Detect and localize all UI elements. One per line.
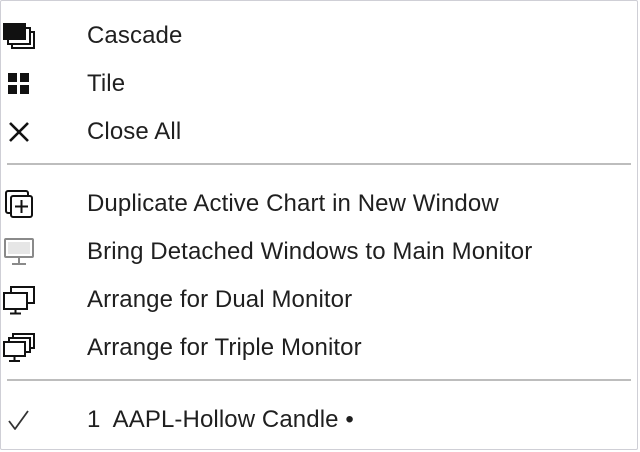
- tile-icon: [1, 60, 37, 108]
- menu-item-bring-detached[interactable]: Bring Detached Windows to Main Monitor: [1, 228, 637, 276]
- menu-item-window-aapl[interactable]: 1 AAPL-Hollow Candle •: [1, 396, 637, 444]
- duplicate-window-icon: [1, 180, 37, 228]
- menu-item-tile[interactable]: Tile: [1, 60, 637, 108]
- menu-item-label: 1 AAPL-Hollow Candle •: [87, 406, 354, 433]
- menu-item-label: Duplicate Active Chart in New Window: [87, 190, 499, 217]
- window-menu: Cascade Tile Close All Duplicate Active …: [0, 0, 638, 450]
- menu-item-label: Close All: [87, 118, 182, 145]
- menu-separator: [7, 379, 631, 381]
- checkmark-icon: [1, 396, 37, 444]
- menu-item-label: Tile: [87, 70, 126, 97]
- menu-item-dual-monitor[interactable]: Arrange for Dual Monitor: [1, 276, 637, 324]
- monitor-icon: [1, 228, 37, 276]
- menu-item-close-all[interactable]: Close All: [1, 108, 637, 156]
- menu-separator: [7, 163, 631, 165]
- cascade-icon: [1, 12, 37, 60]
- dual-monitor-icon: [1, 276, 37, 324]
- close-icon: [1, 108, 37, 156]
- menu-item-duplicate-chart[interactable]: Duplicate Active Chart in New Window: [1, 180, 637, 228]
- menu-item-cascade[interactable]: Cascade: [1, 12, 637, 60]
- triple-monitor-icon: [1, 324, 37, 372]
- menu-item-triple-monitor[interactable]: Arrange for Triple Monitor: [1, 324, 637, 372]
- menu-item-label: Arrange for Dual Monitor: [87, 286, 353, 313]
- menu-item-label: Cascade: [87, 22, 183, 49]
- menu-item-label: Arrange for Triple Monitor: [87, 334, 362, 361]
- menu-item-label: Bring Detached Windows to Main Monitor: [87, 238, 533, 265]
